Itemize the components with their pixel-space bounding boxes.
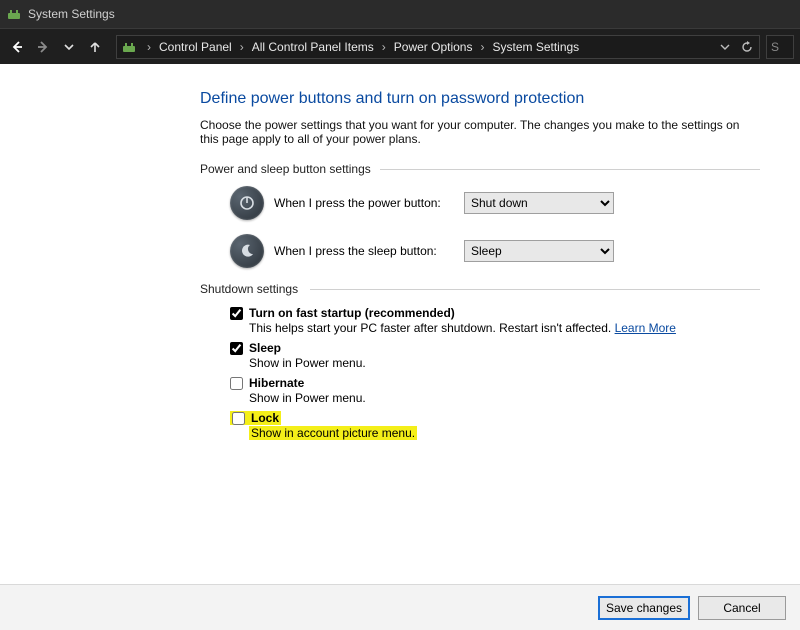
shutdown-checkbox[interactable] [232,412,245,425]
breadcrumb-item[interactable]: Control Panel [157,40,234,54]
shutdown-checkbox[interactable] [230,307,243,320]
shutdown-item: LockShow in account picture menu. [230,411,760,440]
section-shutdown-header: Shutdown settings [200,282,760,296]
shutdown-checkbox[interactable] [230,377,243,390]
shutdown-item-desc: Show in account picture menu. [249,426,417,440]
shutdown-settings-list: Turn on fast startup (recommended)This h… [230,306,760,440]
chevron-right-icon: › [474,40,490,54]
shutdown-item: Turn on fast startup (recommended)This h… [230,306,760,335]
shutdown-item-label: Hibernate [249,376,304,390]
chevron-right-icon: › [376,40,392,54]
learn-more-link[interactable]: Learn More [615,321,676,335]
chevron-right-icon: › [234,40,250,54]
page-description: Choose the power settings that you want … [200,118,760,146]
forward-button[interactable] [32,36,54,58]
recent-locations-button[interactable] [58,36,80,58]
address-history-button[interactable] [717,35,733,59]
breadcrumb-item[interactable]: All Control Panel Items [250,40,376,54]
save-changes-button[interactable]: Save changes [598,596,690,620]
chevron-right-icon: › [141,40,157,54]
shutdown-item-label: Lock [251,411,279,425]
power-button-select[interactable]: Do nothingSleepHibernateShut down [464,192,614,214]
power-icon [230,186,264,220]
address-bar[interactable]: › Control Panel › All Control Panel Item… [116,35,760,59]
address-icon [121,39,137,55]
sleep-button-label: When I press the sleep button: [274,244,464,258]
shutdown-item-label: Sleep [249,341,281,355]
content-area: Define power buttons and turn on passwor… [0,64,800,584]
shutdown-item-desc: This helps start your PC faster after sh… [249,321,760,335]
breadcrumb-item[interactable]: Power Options [392,40,475,54]
sleep-button-select[interactable]: Do nothingSleepHibernateShut down [464,240,614,262]
cancel-button[interactable]: Cancel [698,596,786,620]
shutdown-item: HibernateShow in Power menu. [230,376,760,405]
shutdown-item: SleepShow in Power menu. [230,341,760,370]
up-button[interactable] [84,36,106,58]
back-button[interactable] [6,36,28,58]
footer-bar: Save changes Cancel [0,584,800,630]
refresh-button[interactable] [739,35,755,59]
breadcrumb-item[interactable]: System Settings [490,40,581,54]
window-titlebar: System Settings [0,0,800,28]
shutdown-item-label: Turn on fast startup (recommended) [249,306,455,320]
sleep-icon [230,234,264,268]
section-power-sleep-header: Power and sleep button settings [200,162,760,176]
sleep-button-row: When I press the sleep button: Do nothin… [230,234,760,268]
search-input[interactable]: S [766,35,794,59]
shutdown-item-desc: Show in Power menu. [249,391,760,405]
shutdown-item-desc: Show in Power menu. [249,356,760,370]
app-icon [6,6,22,22]
page-title: Define power buttons and turn on passwor… [200,90,760,108]
search-placeholder: S [771,40,779,54]
shutdown-checkbox[interactable] [230,342,243,355]
window-title: System Settings [28,7,115,21]
navigation-bar: › Control Panel › All Control Panel Item… [0,28,800,64]
power-button-row: When I press the power button: Do nothin… [230,186,760,220]
power-button-label: When I press the power button: [274,196,464,210]
